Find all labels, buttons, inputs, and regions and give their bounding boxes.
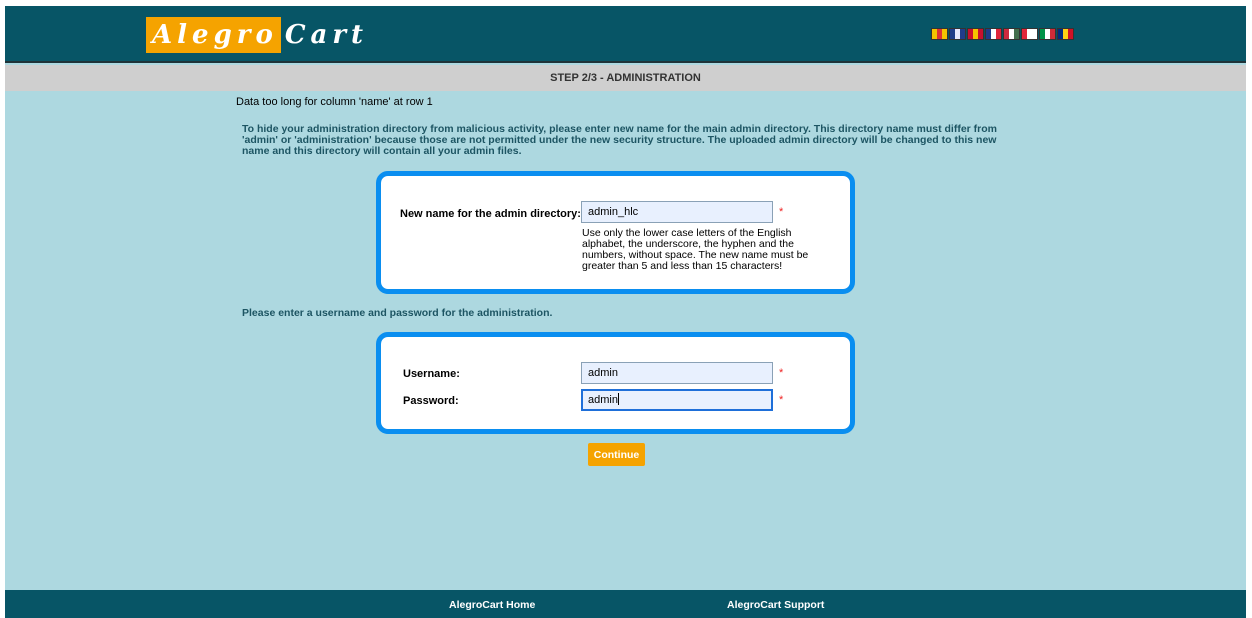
username-input[interactable]: admin [581,362,773,384]
password-label: Password: [403,395,459,407]
france-flag[interactable] [985,28,1002,40]
admin-directory-label: New name for the admin directory: [400,208,581,220]
step-title: STEP 2/3 - ADMINISTRATION [5,65,1246,91]
error-message: Data too long for column 'name' at row 1 [236,96,433,108]
required-mark: * [779,367,784,379]
spain-flag[interactable] [967,28,984,40]
alegrocart-home-link[interactable]: AlegroCart Home [449,599,535,611]
language-flags [931,28,1074,40]
uk-flag[interactable] [949,28,966,40]
hungary-flag[interactable] [1003,28,1020,40]
logo-part2: Cart [284,20,369,50]
alegrocart-support-link[interactable]: AlegroCart Support [727,599,824,611]
username-label: Username: [403,368,460,380]
romania-flag[interactable] [1057,28,1074,40]
indonesia-flag[interactable] [1021,28,1038,40]
header: Alegro Cart [5,6,1246,63]
text-caret [617,393,619,405]
admin-directory-box: New name for the admin directory: admin_… [376,171,855,294]
footer: AlegroCart Home AlegroCart Support [5,590,1246,618]
admin-directory-hint: Use only the lower case letters of the E… [582,227,809,272]
logo[interactable]: Alegro Cart [146,17,368,53]
continue-button[interactable]: Continue [588,443,645,466]
page-frame: Alegro Cart STEP 2/3 - ADMINISTRATION Da… [5,6,1246,618]
credentials-box: Username: admin * Password: admin * [376,332,855,434]
catalan-flag[interactable] [931,28,948,40]
admin-directory-input[interactable]: admin_hlc [581,201,773,223]
credentials-title: Please enter a username and password for… [242,307,553,319]
password-input[interactable]: admin [581,389,773,411]
logo-part1: Alegro [146,17,281,53]
required-mark: * [779,206,784,218]
required-mark: * [779,394,784,406]
italy-flag[interactable] [1039,28,1056,40]
intro-text: To hide your administration directory fr… [242,123,998,157]
password-value: admin [588,394,618,406]
